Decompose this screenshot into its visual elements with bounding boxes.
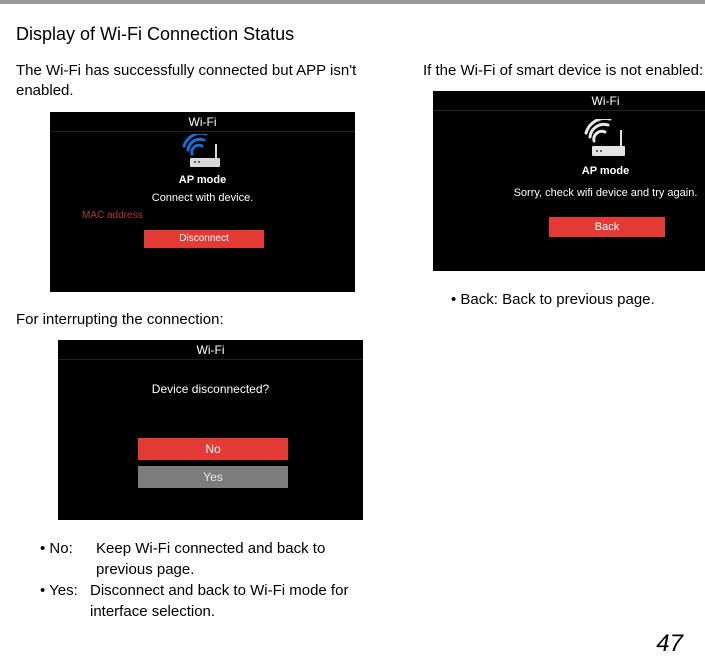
page-number: 47 [0, 622, 705, 666]
disconnect-button[interactable]: Disconnect [144, 230, 264, 248]
no-button[interactable]: No [138, 438, 288, 460]
back-button[interactable]: Back [549, 217, 665, 237]
connect-status-text: Connect with device. [50, 192, 355, 204]
caption-wifi-not-enabled: If the Wi-Fi of smart device is not enab… [423, 61, 705, 81]
screenshot-wifi-disabled: Wi-Fi AP mode Sorry, check wifi device a… [433, 91, 705, 271]
ap-mode-label: AP mode [582, 165, 629, 177]
ap-mode-label: AP mode [179, 174, 226, 186]
section-title: Display of Wi-Fi Connection Status [16, 24, 689, 45]
caption-connected-no-app: The Wi-Fi has successfully connected but… [16, 61, 363, 102]
screenshot-connected: Wi-Fi AP mode Connect with device. MAC a… [50, 112, 355, 292]
yes-button[interactable]: Yes [138, 466, 288, 488]
right-column: If the Wi-Fi of smart device is not enab… [423, 57, 705, 310]
wifi-router-icon [182, 134, 224, 168]
bullet-list-right: • Back: Back to previous page. [451, 289, 705, 310]
bullet-yes-label: • Yes: [40, 580, 88, 622]
wifi-router-icon [583, 119, 629, 157]
caption-interrupt: For interrupting the connection: [16, 310, 363, 330]
wifi-error-text: Sorry, check wifi device and try again. [433, 187, 705, 199]
bullet-no-text: Keep Wi-Fi connected and back to previou… [88, 538, 363, 580]
disconnect-prompt-text: Device disconnected? [58, 382, 363, 396]
left-column: The Wi-Fi has successfully connected but… [16, 57, 363, 622]
bullet-back-text: • Back: Back to previous page. [451, 289, 655, 310]
bullet-no-label: • No: [40, 538, 88, 580]
screenshot-disconnect-prompt: Wi-Fi Device disconnected? No Yes [58, 340, 363, 520]
screen-title: Wi-Fi [58, 343, 363, 360]
screen-title: Wi-Fi [433, 94, 705, 111]
mac-address-label: MAC address [82, 210, 143, 221]
bullet-yes-text: Disconnect and back to Wi-Fi mode for in… [88, 580, 363, 622]
bullet-list-left: • No: Keep Wi-Fi connected and back to p… [40, 538, 363, 622]
screen-title: Wi-Fi [50, 115, 355, 132]
